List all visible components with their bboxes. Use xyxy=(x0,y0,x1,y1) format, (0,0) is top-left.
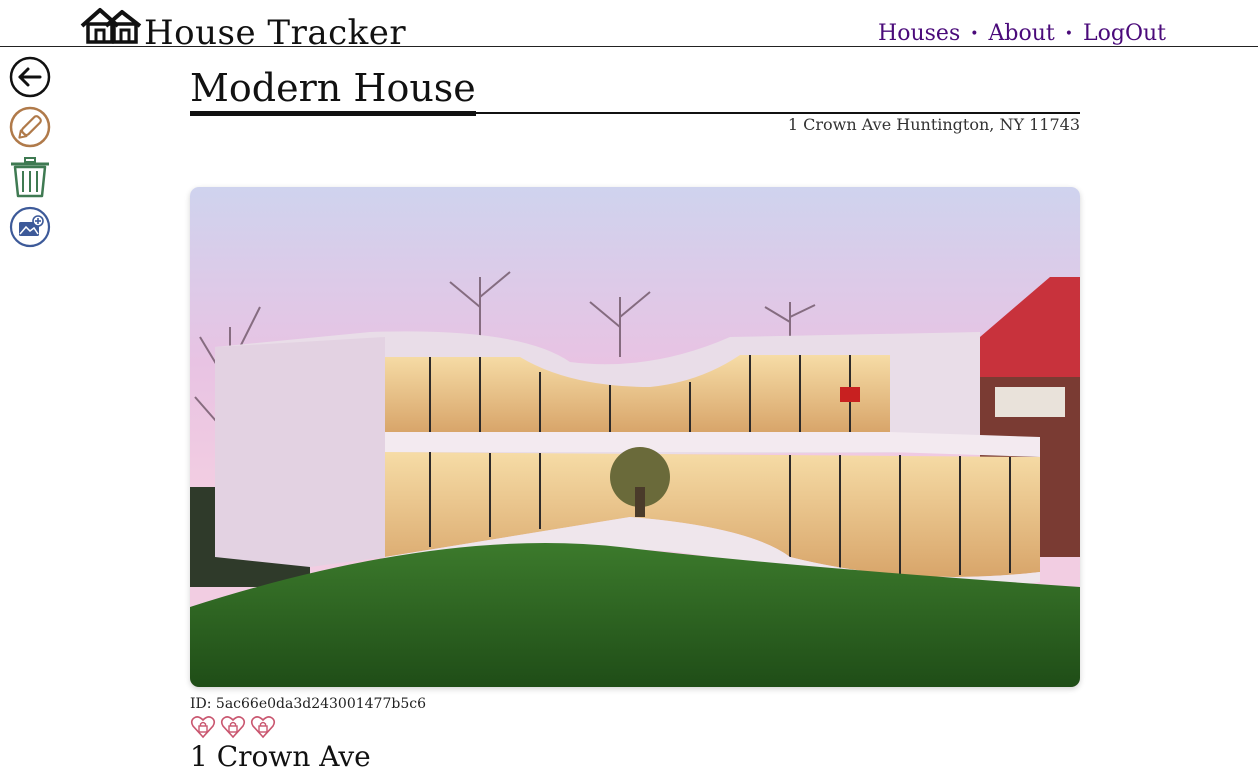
house-title: Modern House xyxy=(190,65,476,116)
house-logo-icon xyxy=(80,6,142,44)
house-id: ID: 5ac66e0da3d243001477b5c6 xyxy=(190,696,426,712)
nav-about-link[interactable]: About xyxy=(989,20,1055,48)
heart-lock-icon[interactable] xyxy=(190,714,216,740)
top-header: House Tracker Houses • About • LogOut xyxy=(0,0,1258,50)
heart-lock-icon[interactable] xyxy=(250,714,276,740)
app-title: House Tracker xyxy=(144,13,407,53)
delete-button[interactable] xyxy=(9,156,51,198)
nav-houses-link[interactable]: Houses xyxy=(878,20,960,48)
action-rail xyxy=(9,56,51,256)
add-photo-icon xyxy=(9,206,51,248)
add-photo-button[interactable] xyxy=(9,206,51,248)
house-street: 1 Crown Ave xyxy=(190,740,371,773)
house-detail: Modern House 1 Crown Ave Huntington, NY … xyxy=(190,60,1080,774)
nav-separator: • xyxy=(970,26,979,42)
edit-button[interactable] xyxy=(9,106,51,148)
back-arrow-icon xyxy=(9,56,51,98)
pencil-icon xyxy=(9,106,51,148)
trash-icon xyxy=(11,157,49,198)
nav-logout-link[interactable]: LogOut xyxy=(1083,20,1166,48)
house-photo xyxy=(190,187,1080,687)
heart-lock-icon[interactable] xyxy=(220,714,246,740)
house-address: 1 Crown Ave Huntington, NY 11743 xyxy=(787,115,1080,134)
back-button[interactable] xyxy=(9,56,51,98)
top-nav: Houses • About • LogOut xyxy=(878,20,1166,48)
rating-hearts xyxy=(190,714,1080,740)
nav-separator: • xyxy=(1064,26,1074,42)
title-row: Modern House xyxy=(190,60,1080,116)
brand[interactable]: House Tracker xyxy=(80,6,406,50)
